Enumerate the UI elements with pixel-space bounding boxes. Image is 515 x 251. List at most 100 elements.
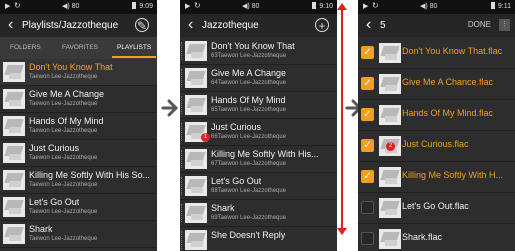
checkbox[interactable]: ✓ bbox=[361, 108, 374, 121]
track-filename: Killing Me Softly With H... bbox=[402, 170, 504, 180]
tab-favorites[interactable]: FAVORITES bbox=[62, 44, 98, 51]
back-chevron-icon[interactable]: ‹ bbox=[8, 16, 13, 34]
track-filename: Hands Of My Mind.flac bbox=[402, 108, 494, 118]
track-title: Don't You Know That bbox=[211, 41, 295, 51]
track-title: Killing Me Softly With His... bbox=[211, 149, 319, 159]
album-art bbox=[3, 116, 25, 136]
edit-pencil-icon[interactable]: ✎ bbox=[135, 18, 149, 33]
active-tab-indicator bbox=[112, 56, 156, 58]
page-title: Playlists/Jazzotheque bbox=[22, 20, 119, 31]
list-item[interactable]: Hands Of My Mind 65Taewon Lee-Jazzotheque bbox=[180, 92, 337, 119]
track-artist: Taewon Lee-Jazzotheque bbox=[29, 236, 98, 242]
play-icon: ▶ bbox=[363, 3, 369, 10]
checkbox[interactable]: ✓ bbox=[361, 139, 374, 152]
back-chevron-icon[interactable]: ‹ bbox=[366, 16, 371, 34]
album-art bbox=[185, 95, 207, 115]
checkbox[interactable]: ✓ bbox=[361, 170, 374, 183]
album-art-shape bbox=[191, 79, 203, 85]
album-art-shape bbox=[191, 241, 203, 247]
refresh-icon: ↻ bbox=[14, 1, 21, 10]
drag-handle[interactable] bbox=[181, 204, 183, 222]
drag-handle[interactable] bbox=[181, 42, 183, 60]
list-item[interactable]: Shark.flac bbox=[358, 224, 515, 251]
list-item[interactable]: Just Curious Taewon Lee-Jazzotheque bbox=[0, 140, 157, 167]
track-title: Hands Of My Mind bbox=[29, 116, 104, 126]
list-item[interactable]: Give Me A Change Taewon Lee-Jazzotheque bbox=[0, 86, 157, 113]
list-item[interactable]: Hands Of My Mind Taewon Lee-Jazzotheque bbox=[0, 113, 157, 140]
drag-handle[interactable] bbox=[181, 123, 183, 141]
list-item[interactable]: Give Me A Change 64Taewon Lee-Jazzotheque bbox=[180, 65, 337, 92]
title-bar: ‹ 5 DONE ⋮ bbox=[358, 14, 515, 37]
track-title: Hands Of My Mind bbox=[211, 95, 286, 105]
track-filename: Just Curious.flac bbox=[402, 139, 469, 149]
checkbox[interactable] bbox=[361, 232, 374, 245]
album-art bbox=[3, 62, 25, 82]
drag-handle[interactable] bbox=[181, 231, 183, 249]
tab-folders[interactable]: FOLDERS bbox=[10, 44, 41, 51]
track-title: Don't You Know That bbox=[29, 62, 113, 72]
album-art-shape bbox=[385, 209, 397, 215]
tab-playlists[interactable]: PLAYLISTS bbox=[117, 44, 151, 51]
track-filename: Don't You Know That.flac bbox=[402, 46, 503, 56]
checkbox[interactable] bbox=[361, 201, 374, 214]
track-title: Just Curious bbox=[29, 143, 80, 153]
screen-select-tracks: ▶ ↻ ◀) 80 9:11 ‹ 5 DONE ⋮ ✓ Don't You Kno… bbox=[358, 0, 515, 251]
list-item[interactable]: Let's Go Out Taewon Lee-Jazzotheque bbox=[0, 194, 157, 221]
play-icon: ▶ bbox=[185, 3, 191, 10]
list-item[interactable]: Let's Go Out.flac bbox=[358, 193, 515, 224]
track-artist: Taewon Lee-Jazzotheque bbox=[29, 74, 98, 80]
checkbox[interactable]: ✓ bbox=[361, 77, 374, 90]
status-bar: ▶ ↻ ◀) 80 9:09 bbox=[0, 0, 157, 14]
album-art-shape bbox=[191, 187, 203, 193]
album-art bbox=[379, 74, 401, 94]
drag-handle[interactable] bbox=[181, 177, 183, 195]
album-art-shape bbox=[191, 52, 203, 58]
refresh-icon: ↻ bbox=[194, 1, 201, 10]
album-art-shape bbox=[385, 54, 397, 60]
list-item[interactable]: Don't You Know That Taewon Lee-Jazzothequ… bbox=[0, 59, 157, 86]
list-item[interactable]: Shark Taewon Lee-Jazzotheque bbox=[0, 221, 157, 248]
album-art-shape bbox=[385, 116, 397, 122]
checkbox[interactable]: ✓ bbox=[361, 46, 374, 59]
list-item[interactable]: ✓ Just Curious.flac 2 bbox=[358, 131, 515, 162]
list-item[interactable]: Don't You Know That 63Taewon Lee-Jazzothe… bbox=[180, 38, 337, 65]
list-item[interactable]: ✓ Don't You Know That.flac bbox=[358, 38, 515, 69]
track-filename: Let's Go Out.flac bbox=[402, 201, 469, 211]
track-title: Give Me A Change bbox=[211, 68, 287, 78]
list-item[interactable]: ✓ Give Me A Chance.flac bbox=[358, 69, 515, 100]
status-bar: ▶ ↻ ◀) 80 9:10 bbox=[180, 0, 337, 14]
list-item[interactable]: Killing Me Softly With His... 67Taewon Le… bbox=[180, 146, 337, 173]
battery-icon bbox=[490, 2, 495, 9]
list-item[interactable]: Shark 69Taewon Lee-Jazzotheque bbox=[180, 200, 337, 227]
drag-handle[interactable] bbox=[181, 69, 183, 87]
album-art-shape bbox=[385, 178, 397, 184]
list-item[interactable]: Let's Go Out 68Taewon Lee-Jazzotheque bbox=[180, 173, 337, 200]
back-chevron-icon[interactable]: ‹ bbox=[188, 16, 193, 34]
done-button[interactable]: DONE bbox=[468, 20, 491, 29]
list-item[interactable]: ✓ Hands Of My Mind.flac bbox=[358, 100, 515, 131]
album-art bbox=[185, 176, 207, 196]
album-art-shape bbox=[191, 214, 203, 220]
track-artist: 69Taewon Lee-Jazzotheque bbox=[211, 215, 287, 221]
add-plus-icon[interactable]: + bbox=[315, 18, 329, 33]
track-title: Shark bbox=[29, 224, 53, 234]
album-art bbox=[379, 105, 401, 125]
more-icon[interactable]: ⋮ bbox=[499, 19, 510, 31]
list-item[interactable]: She Doesn't Reply bbox=[180, 227, 337, 251]
drag-handle[interactable] bbox=[181, 150, 183, 168]
track-artist: Taewon Lee-Jazzotheque bbox=[29, 209, 98, 215]
track-title: Just Curious bbox=[211, 122, 262, 132]
track-artist: 68Taewon Lee-Jazzotheque bbox=[211, 188, 287, 194]
album-art-shape bbox=[9, 154, 21, 160]
list-item[interactable]: Killing Me Softly With His So... Taewon L… bbox=[0, 167, 157, 194]
album-art bbox=[185, 41, 207, 61]
list-item[interactable]: Just Curious 66Taewon Lee-Jazzotheque 1 bbox=[180, 119, 337, 146]
list-item[interactable]: ✓ Killing Me Softly With H... bbox=[358, 162, 515, 193]
track-title: Shark bbox=[211, 203, 235, 213]
track-title: Give Me A Change bbox=[29, 89, 105, 99]
battery-time: 9:09 bbox=[132, 2, 153, 10]
album-art bbox=[3, 170, 25, 190]
drag-handle[interactable] bbox=[181, 96, 183, 114]
track-artist: Taewon Lee-Jazzotheque bbox=[29, 101, 98, 107]
album-art bbox=[185, 203, 207, 223]
